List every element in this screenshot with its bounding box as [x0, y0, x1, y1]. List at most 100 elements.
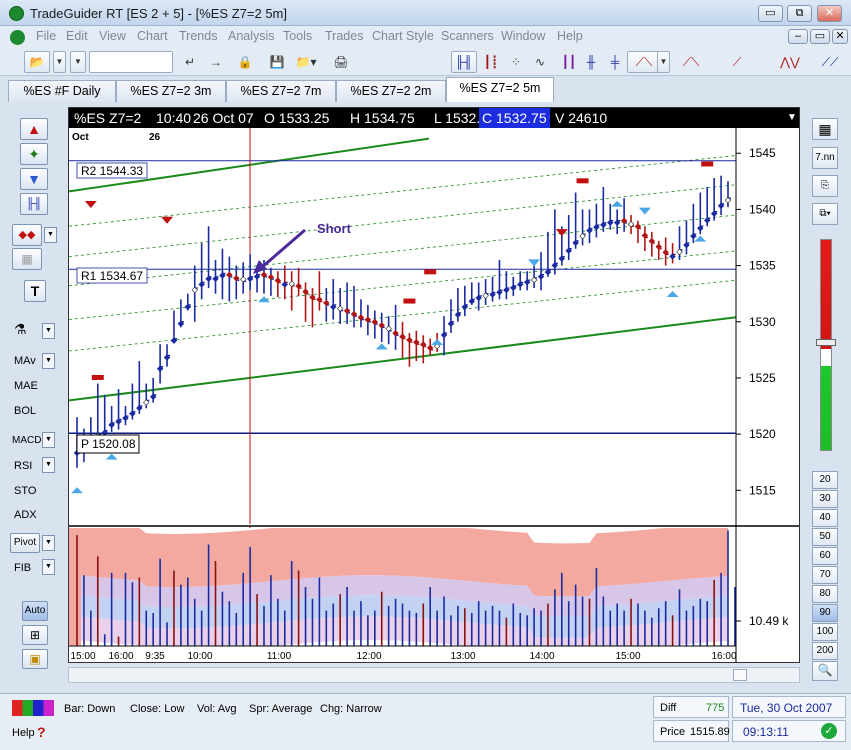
period-button[interactable]: 7.nn: [812, 147, 838, 169]
header-volume: V 24610: [555, 110, 608, 126]
mdi-close-button[interactable]: ✕: [832, 29, 848, 44]
buy-signal-icon: [611, 200, 624, 207]
scroll-thumb[interactable]: [733, 669, 747, 681]
menu-chart-style[interactable]: Chart Style: [372, 29, 434, 43]
up-arrow-icon[interactable]: ▲: [20, 118, 48, 140]
bars-40-button[interactable]: 40: [812, 509, 838, 527]
price-label: Price: [660, 726, 686, 738]
tab-es-5m[interactable]: %ES Z7=2 5m: [446, 77, 554, 102]
color-grid-icon[interactable]: [12, 700, 54, 716]
text-tool-button[interactable]: T: [24, 280, 46, 302]
volume-bars-icon[interactable]: ┃┃: [559, 51, 579, 73]
layout-2-icon[interactable]: ▣: [22, 649, 48, 669]
help-link[interactable]: Help: [12, 727, 35, 739]
horizontal-scrollbar[interactable]: [68, 667, 800, 683]
macd-dropdown-icon[interactable]: ▼: [42, 432, 55, 448]
export-icon[interactable]: ⎘: [812, 175, 838, 197]
markers-icon[interactable]: ◆◆: [12, 224, 42, 246]
pivot-button[interactable]: Pivot: [10, 533, 40, 553]
tab-es-daily[interactable]: %ES #F Daily: [8, 80, 116, 102]
title-bar[interactable]: TradeGuider RT [ES 2 + 5] - [%ES Z7=2 5m…: [0, 0, 851, 26]
enter-icon[interactable]: ↵: [179, 51, 201, 73]
bars-200-button[interactable]: 200: [812, 642, 838, 660]
copy-dropdown-icon[interactable]: ⧉▾: [812, 203, 838, 225]
mdi-restore-button[interactable]: ▭: [810, 29, 830, 44]
bars-icon[interactable]: ╟╢: [20, 193, 48, 215]
menu-chart[interactable]: Chart: [137, 29, 168, 43]
bars-90-button[interactable]: 90: [812, 604, 838, 622]
bars-60-button[interactable]: 60: [812, 547, 838, 565]
bars-70-button[interactable]: 70: [812, 566, 838, 584]
menu-tools[interactable]: Tools: [283, 29, 312, 43]
trend-tool-icon[interactable]: ⟋⟍: [627, 51, 661, 73]
tab-es-3m[interactable]: %ES Z7=2 3m: [116, 80, 226, 102]
candle-chart-style-icon[interactable]: ┃┋: [479, 51, 503, 73]
adx-label[interactable]: ADX: [14, 509, 62, 521]
menu-view[interactable]: View: [99, 29, 126, 43]
layout-icon[interactable]: ⊞: [22, 625, 48, 645]
trend-dropdown-icon[interactable]: ▼: [657, 51, 670, 73]
open-dropdown-icon[interactable]: ▼: [53, 51, 66, 73]
help-icon[interactable]: ?: [37, 724, 46, 740]
grid-icon[interactable]: ▦: [12, 248, 42, 270]
menu-window[interactable]: Window: [501, 29, 545, 43]
time-tick-label: 16:00: [711, 651, 736, 662]
print-icon[interactable]: 🖨: [330, 51, 352, 73]
trend-tool-2-icon[interactable]: ⟋⟍: [674, 51, 708, 73]
minimize-button[interactable]: ▭: [758, 5, 783, 22]
bars-30-button[interactable]: 30: [812, 490, 838, 508]
trend-tool-5-icon[interactable]: ⟋⟋: [815, 51, 845, 73]
bars-50-button[interactable]: 50: [812, 528, 838, 546]
menu-scanners[interactable]: Scanners: [441, 29, 494, 43]
folder-dropdown-icon[interactable]: 📁▾: [292, 51, 320, 73]
sto-label[interactable]: STO: [14, 485, 62, 497]
header-menu-icon[interactable]: ▼: [787, 108, 797, 128]
menu-edit[interactable]: Edit: [66, 29, 88, 43]
zoom-icon[interactable]: 🔍: [812, 661, 838, 681]
indicator-dropdown-icon[interactable]: ▼: [42, 323, 55, 339]
save-icon[interactable]: 💾: [266, 51, 288, 73]
maximize-button[interactable]: ⧉: [787, 5, 812, 22]
hlc-bars-icon[interactable]: ╫: [581, 51, 601, 73]
line-chart-style-icon[interactable]: ∿: [528, 51, 552, 73]
menu-file[interactable]: File: [36, 29, 56, 43]
markers-dropdown-icon[interactable]: ▼: [44, 227, 57, 243]
mdi-minimize-button[interactable]: –: [788, 29, 808, 44]
mae-label[interactable]: MAE: [14, 380, 62, 392]
auto-button[interactable]: Auto: [22, 601, 48, 621]
chart-panel[interactable]: %ES Z7=2 10:40 26 Oct 07 O 1533.25 H 153…: [68, 107, 800, 663]
calculator-icon[interactable]: ▦: [812, 118, 838, 140]
menu-trends[interactable]: Trends: [179, 29, 217, 43]
tab-es-7m[interactable]: %ES Z7=2 7m: [226, 80, 336, 102]
ohlc-bars-icon[interactable]: ╪: [605, 51, 625, 73]
menu-analysis[interactable]: Analysis: [228, 29, 275, 43]
trend-tool-4-icon[interactable]: ⋀⋁: [775, 51, 805, 73]
pivot-dropdown-icon[interactable]: ▼: [42, 535, 55, 551]
meter-slider[interactable]: [816, 339, 836, 346]
trend-tool-3-icon[interactable]: ⟋: [720, 51, 754, 73]
symbol-dropdown-icon[interactable]: ▼: [70, 51, 86, 73]
fib-dropdown-icon[interactable]: ▼: [42, 559, 55, 575]
menu-help[interactable]: Help: [557, 29, 583, 43]
forward-icon[interactable]: →: [205, 51, 227, 73]
channel-line: [69, 155, 737, 227]
mav-dropdown-icon[interactable]: ▼: [42, 353, 55, 369]
supply-marker-icon: [576, 178, 589, 184]
bars-100-button[interactable]: 100: [812, 623, 838, 641]
menu-trades[interactable]: Trades: [325, 29, 363, 43]
bar-chart-style-icon[interactable]: ╟╢: [451, 51, 477, 73]
tab-es-2m[interactable]: %ES Z7=2 2m: [336, 80, 446, 102]
indicator-icon[interactable]: ⚗: [14, 321, 27, 338]
mixed-arrow-icon[interactable]: ✦: [20, 143, 48, 165]
open-folder-icon[interactable]: 📂: [24, 51, 50, 73]
down-arrow-icon[interactable]: ▼: [20, 168, 48, 190]
bars-80-button[interactable]: 80: [812, 585, 838, 603]
point-figure-icon[interactable]: ⁘: [504, 51, 528, 73]
rsi-dropdown-icon[interactable]: ▼: [42, 457, 55, 473]
close-button[interactable]: ✕: [817, 5, 842, 22]
lock-icon[interactable]: 🔒: [234, 51, 256, 73]
bars-20-button[interactable]: 20: [812, 471, 838, 489]
symbol-input[interactable]: [89, 51, 173, 73]
price-chart[interactable]: Oct 26 Short R2 1544.33 R1 1534.67 P 152…: [69, 128, 799, 662]
bol-label[interactable]: BOL: [14, 405, 62, 417]
